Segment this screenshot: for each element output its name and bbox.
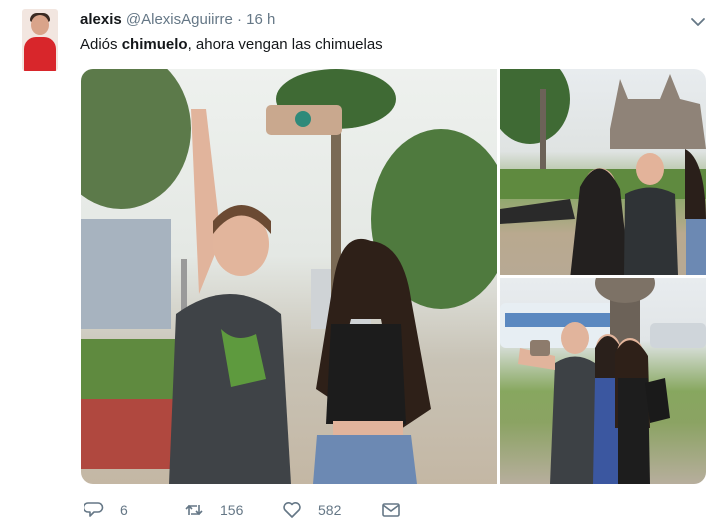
like-button[interactable]: 582 [282,500,341,520]
reply-icon [84,502,104,517]
tweet-timestamp[interactable]: 16 h [246,11,275,28]
photo-top-right-illustration [500,69,706,275]
tweet-text: Adiós chimuelo, ahora vengan las chimuel… [80,36,383,53]
chevron-down-icon[interactable] [690,14,706,30]
tweet-text-bold: chimuelo [121,36,188,53]
author-name[interactable]: alexis [80,11,122,28]
photo-main[interactable] [81,69,497,484]
avatar[interactable] [22,9,58,71]
header-separator: · [237,11,242,28]
heart-icon [283,502,301,518]
photo-top-right[interactable] [500,69,706,275]
tweet-header: alexis @AlexisAguiirre · 16 h [80,11,275,28]
photo-bottom-right-illustration [500,278,706,484]
envelope-icon [382,503,400,517]
like-count: 582 [318,502,342,518]
reply-button[interactable]: 6 [84,500,128,520]
author-handle[interactable]: @AlexisAguiirre [126,11,233,28]
retweet-button[interactable]: 156 [184,500,243,520]
tweet: alexis @AlexisAguiirre · 16 h Adiós chim… [0,0,720,529]
tweet-text-end: , ahora vengan las chimuelas [187,36,383,53]
retweet-count: 156 [220,502,244,518]
photo-main-illustration [81,69,497,484]
dm-button[interactable] [381,500,401,520]
tweet-text-start: Adiós [80,36,122,53]
media-grid [81,69,706,484]
retweet-icon [185,504,203,516]
avatar-shirt [24,37,56,71]
photo-bottom-right[interactable] [500,278,706,484]
avatar-face [31,15,49,35]
reply-count: 6 [120,502,128,518]
